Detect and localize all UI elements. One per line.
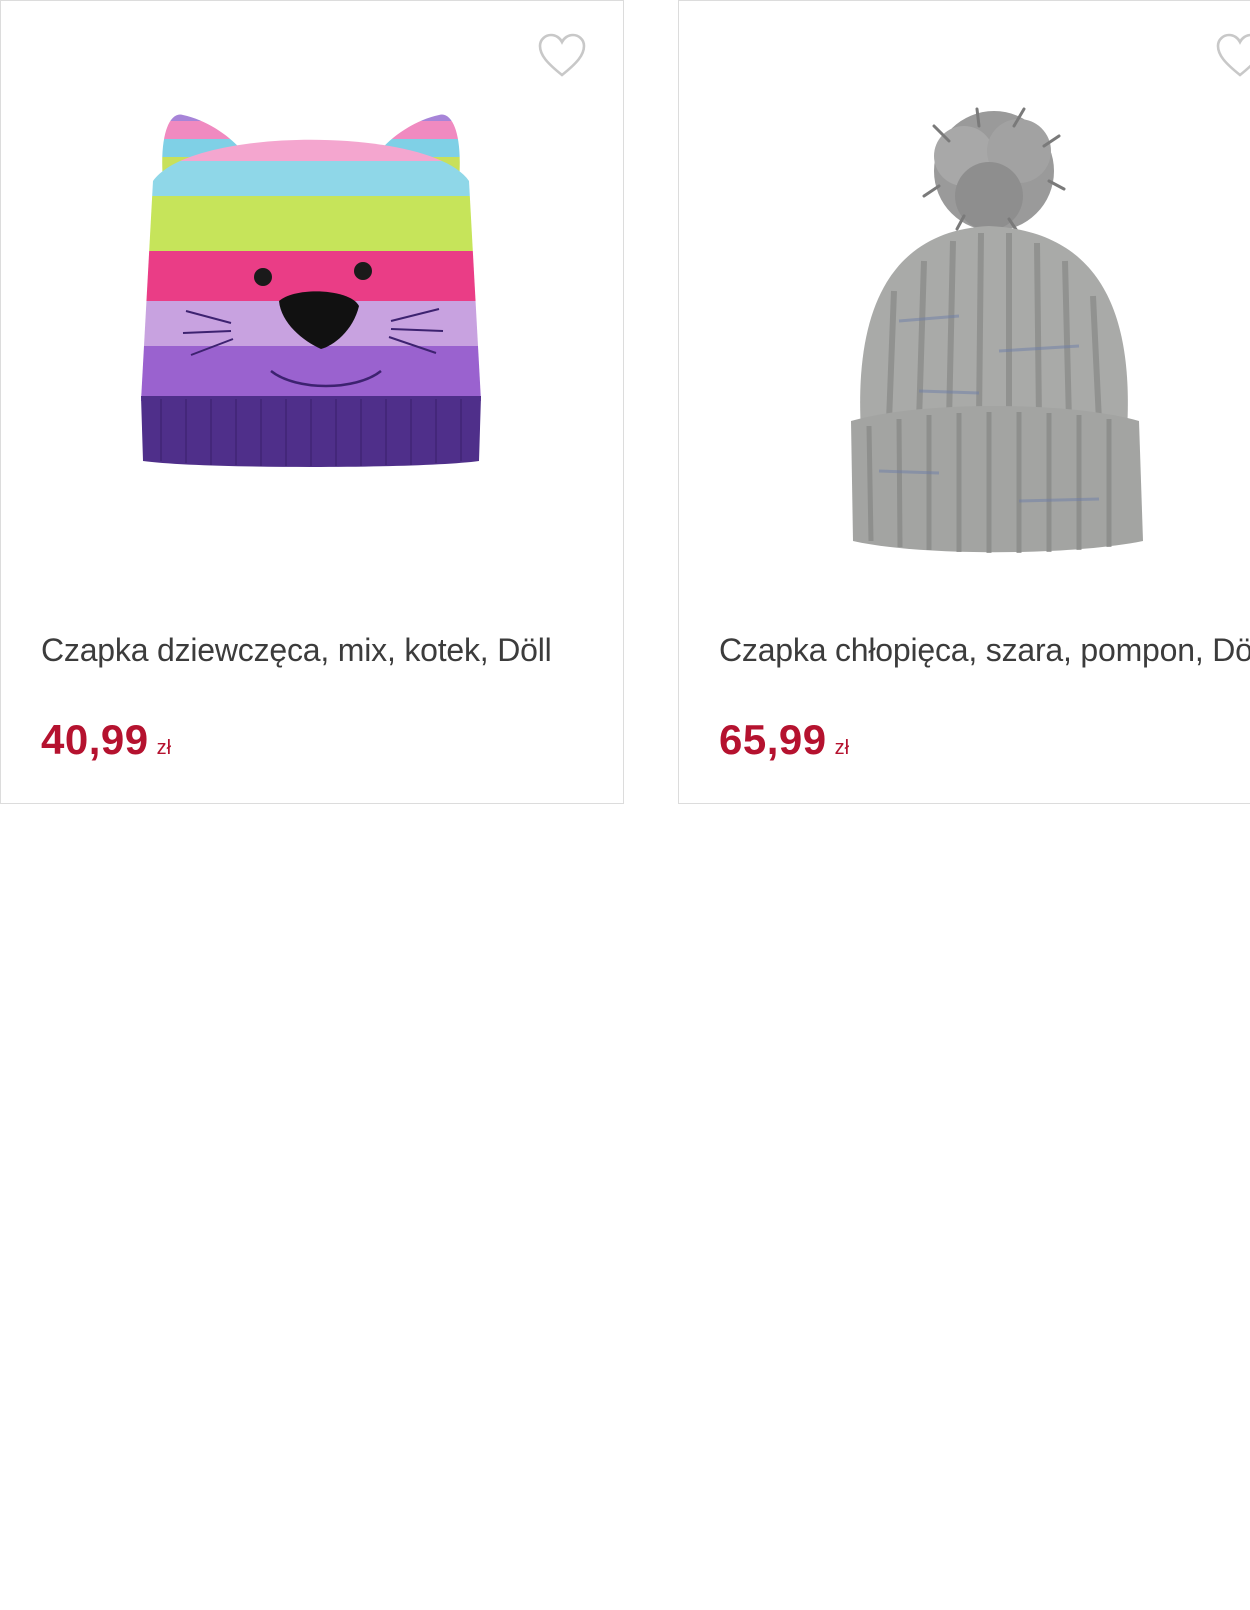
product-name[interactable]: Czapka dziewczęca, mix, kotek, Döll [41,633,601,668]
favorite-heart-icon[interactable] [537,33,587,79]
price-value: 40,99 [41,716,149,763]
price-currency: zł [834,737,850,759]
price-value: 65,99 [719,716,827,763]
product-price: 40,99 zł [41,716,171,764]
price-currency: zł [156,737,172,759]
product-price: 65,99 zł [719,716,849,764]
product-card[interactable]: Czapka chłopięca, szara, pompon, Döll 65… [678,0,1250,804]
product-name[interactable]: Czapka chłopięca, szara, pompon, Döll [719,633,1250,668]
product-image-pompon-hat[interactable] [719,101,1250,553]
product-image-cat-hat[interactable] [41,101,581,531]
product-card[interactable]: Czapka dziewczęca, mix, kotek, Döll 40,9… [0,0,624,804]
favorite-heart-icon[interactable] [1215,33,1250,79]
